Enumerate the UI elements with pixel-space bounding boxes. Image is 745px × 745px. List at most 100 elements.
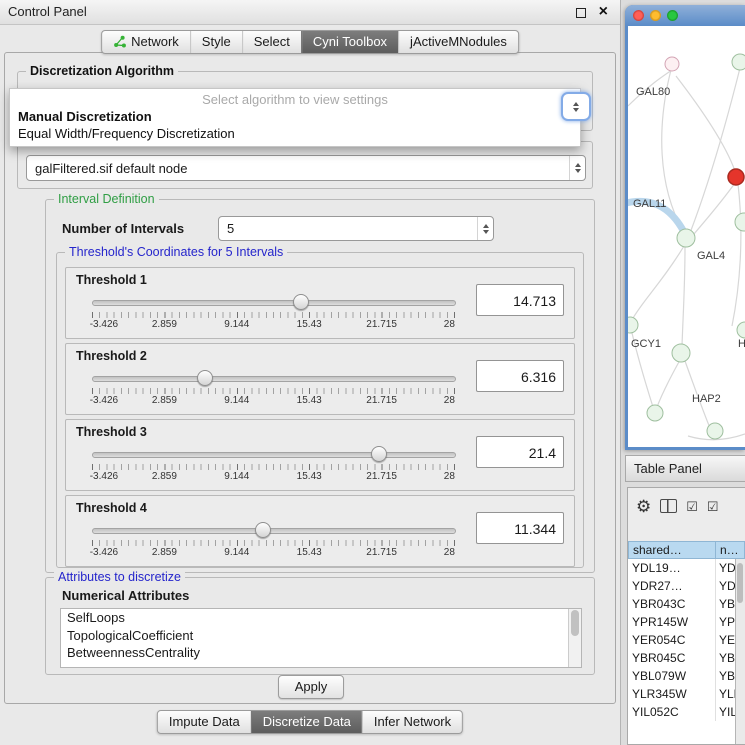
network-node[interactable] xyxy=(707,423,723,439)
tab-discretize-data[interactable]: Discretize Data xyxy=(251,711,362,733)
slider-scale: -3.426 2.859 9.144 15.43 21.715 28 xyxy=(92,547,454,559)
cell: YLR3 xyxy=(716,685,735,703)
control-panel-titlebar: Control Panel × xyxy=(0,0,620,25)
tab-label: Cyni Toolbox xyxy=(313,34,387,49)
table-row[interactable]: YLR345W YLR3 xyxy=(628,685,735,703)
table-data-combobox[interactable]: galFiltered.sif default node xyxy=(26,155,586,181)
slider-track[interactable] xyxy=(92,376,456,382)
checkbox-icon[interactable]: ☑ xyxy=(686,500,698,513)
threshold-1-value-field[interactable]: 14.713 xyxy=(476,284,564,316)
scale-label: 15.43 xyxy=(297,471,322,482)
node-label: H xyxy=(738,338,745,350)
num-intervals-value: 5 xyxy=(219,217,477,240)
table-row[interactable]: YBR043C YBR0 xyxy=(628,595,735,613)
scrollbar-thumb[interactable] xyxy=(737,563,743,603)
column-header-name[interactable]: n… xyxy=(716,541,745,559)
numerical-attributes-label: Numerical Attributes xyxy=(62,588,189,603)
network-node[interactable] xyxy=(737,322,745,338)
dropdown-option-manual-discretization[interactable]: Manual Discretization xyxy=(10,108,580,125)
network-node[interactable] xyxy=(665,57,679,71)
cell: YER0 xyxy=(716,631,735,649)
table-row[interactable]: YPR145W YPR1 xyxy=(628,613,735,631)
table-row[interactable]: YDR27… YDR2 xyxy=(628,577,735,595)
algorithm-combobox[interactable] xyxy=(561,92,591,121)
threshold-3-slider[interactable] xyxy=(92,446,454,461)
window-close-button[interactable] xyxy=(633,10,644,21)
network-node[interactable] xyxy=(672,344,690,362)
scale-label: 2.859 xyxy=(152,319,177,330)
table-scrollbar[interactable] xyxy=(735,559,745,744)
threshold-4-value-field[interactable]: 11.344 xyxy=(476,512,564,544)
num-intervals-combobox[interactable]: 5 xyxy=(218,216,494,241)
cyni-toolbox-panel: Discretization Algorithm Select algorith… xyxy=(4,52,616,704)
dropdown-option-equal-width-frequency[interactable]: Equal Width/Frequency Discretization xyxy=(10,125,580,142)
stepper-down-icon xyxy=(575,169,581,173)
network-node[interactable] xyxy=(628,317,638,333)
tab-cyni-toolbox[interactable]: Cyni Toolbox xyxy=(301,31,398,53)
apply-button[interactable]: Apply xyxy=(278,675,344,699)
cell: YPR1 xyxy=(716,613,735,631)
table-row[interactable]: YDL19… YDL1 xyxy=(628,559,735,577)
threshold-1-slider[interactable] xyxy=(92,294,454,309)
scale-label: -3.426 xyxy=(90,471,118,482)
slider-track[interactable] xyxy=(92,528,456,534)
threshold-2-value-field[interactable]: 6.316 xyxy=(476,360,564,392)
scale-label: 21.715 xyxy=(366,319,397,330)
slider-thumb[interactable] xyxy=(371,446,387,462)
tab-label: jActiveMNodules xyxy=(410,34,507,49)
table-row[interactable]: YBR045C YBR0 xyxy=(628,649,735,667)
slider-ticks xyxy=(92,312,455,318)
network-node-selected-red[interactable] xyxy=(728,169,744,185)
column-selector-icon[interactable] xyxy=(660,499,677,513)
slider-track[interactable] xyxy=(92,300,456,306)
column-header-shared-name[interactable]: shared… xyxy=(628,541,716,559)
list-scrollbar[interactable] xyxy=(568,609,581,667)
slider-thumb[interactable] xyxy=(255,522,271,538)
tab-jactivemnodules[interactable]: jActiveMNodules xyxy=(398,31,518,53)
dropdown-placeholder: Select algorithm to view settings xyxy=(10,91,580,108)
scale-label: 2.859 xyxy=(152,471,177,482)
tab-impute-data[interactable]: Impute Data xyxy=(158,711,251,733)
tab-infer-network[interactable]: Infer Network xyxy=(362,711,462,733)
network-node[interactable] xyxy=(677,229,695,247)
stepper-down-icon xyxy=(483,230,489,234)
node-label: HAP2 xyxy=(692,393,721,405)
network-node[interactable] xyxy=(647,405,663,421)
network-icon xyxy=(113,35,126,48)
tab-select[interactable]: Select xyxy=(242,31,301,53)
algorithm-dropdown-popup: Select algorithm to view settings Manual… xyxy=(9,88,581,147)
stepper-down-icon xyxy=(573,108,579,112)
slider-thumb[interactable] xyxy=(293,294,309,310)
list-item[interactable]: BetweennessCentrality xyxy=(61,644,581,662)
threshold-4-slider[interactable] xyxy=(92,522,454,537)
tab-style[interactable]: Style xyxy=(190,31,242,53)
table-row[interactable]: YER054C YER0 xyxy=(628,631,735,649)
list-item[interactable]: TopologicalCoefficient xyxy=(61,627,581,645)
network-node[interactable] xyxy=(732,54,745,70)
list-item[interactable]: SelfLoops xyxy=(61,609,581,627)
scrollbar-thumb[interactable] xyxy=(571,610,579,636)
gear-icon[interactable]: ⚙ xyxy=(636,498,651,515)
window-zoom-button[interactable] xyxy=(667,10,678,21)
threshold-label: Threshold 3 xyxy=(76,425,147,439)
close-icon[interactable]: × xyxy=(599,2,608,22)
checkbox-icon[interactable]: ☑ xyxy=(707,500,719,513)
float-window-icon[interactable] xyxy=(576,8,586,18)
slider-thumb[interactable] xyxy=(197,370,213,386)
network-node[interactable] xyxy=(735,213,745,231)
cell: YDR2 xyxy=(716,577,735,595)
tab-network[interactable]: Network xyxy=(102,31,190,53)
num-intervals-label: Number of Intervals xyxy=(62,221,184,236)
table-row[interactable]: YIL052C YIL0 xyxy=(628,703,735,721)
network-canvas[interactable]: GAL80 GAL11 GAL4 GCY1 HAP2 H xyxy=(628,26,745,447)
attributes-listbox[interactable]: SelfLoops TopologicalCoefficient Between… xyxy=(60,608,582,668)
slider-track[interactable] xyxy=(92,452,456,458)
window-minimize-button[interactable] xyxy=(650,10,661,21)
threshold-3-value-field[interactable]: 21.4 xyxy=(476,436,564,468)
table-row[interactable]: YBL079W YBL0 xyxy=(628,667,735,685)
threshold-2-slider[interactable] xyxy=(92,370,454,385)
group-interval-definition: Interval Definition Number of Intervals … xyxy=(45,199,595,573)
cell: YPR145W xyxy=(628,613,716,631)
scale-label: 21.715 xyxy=(366,471,397,482)
node-label: GAL4 xyxy=(697,250,725,262)
